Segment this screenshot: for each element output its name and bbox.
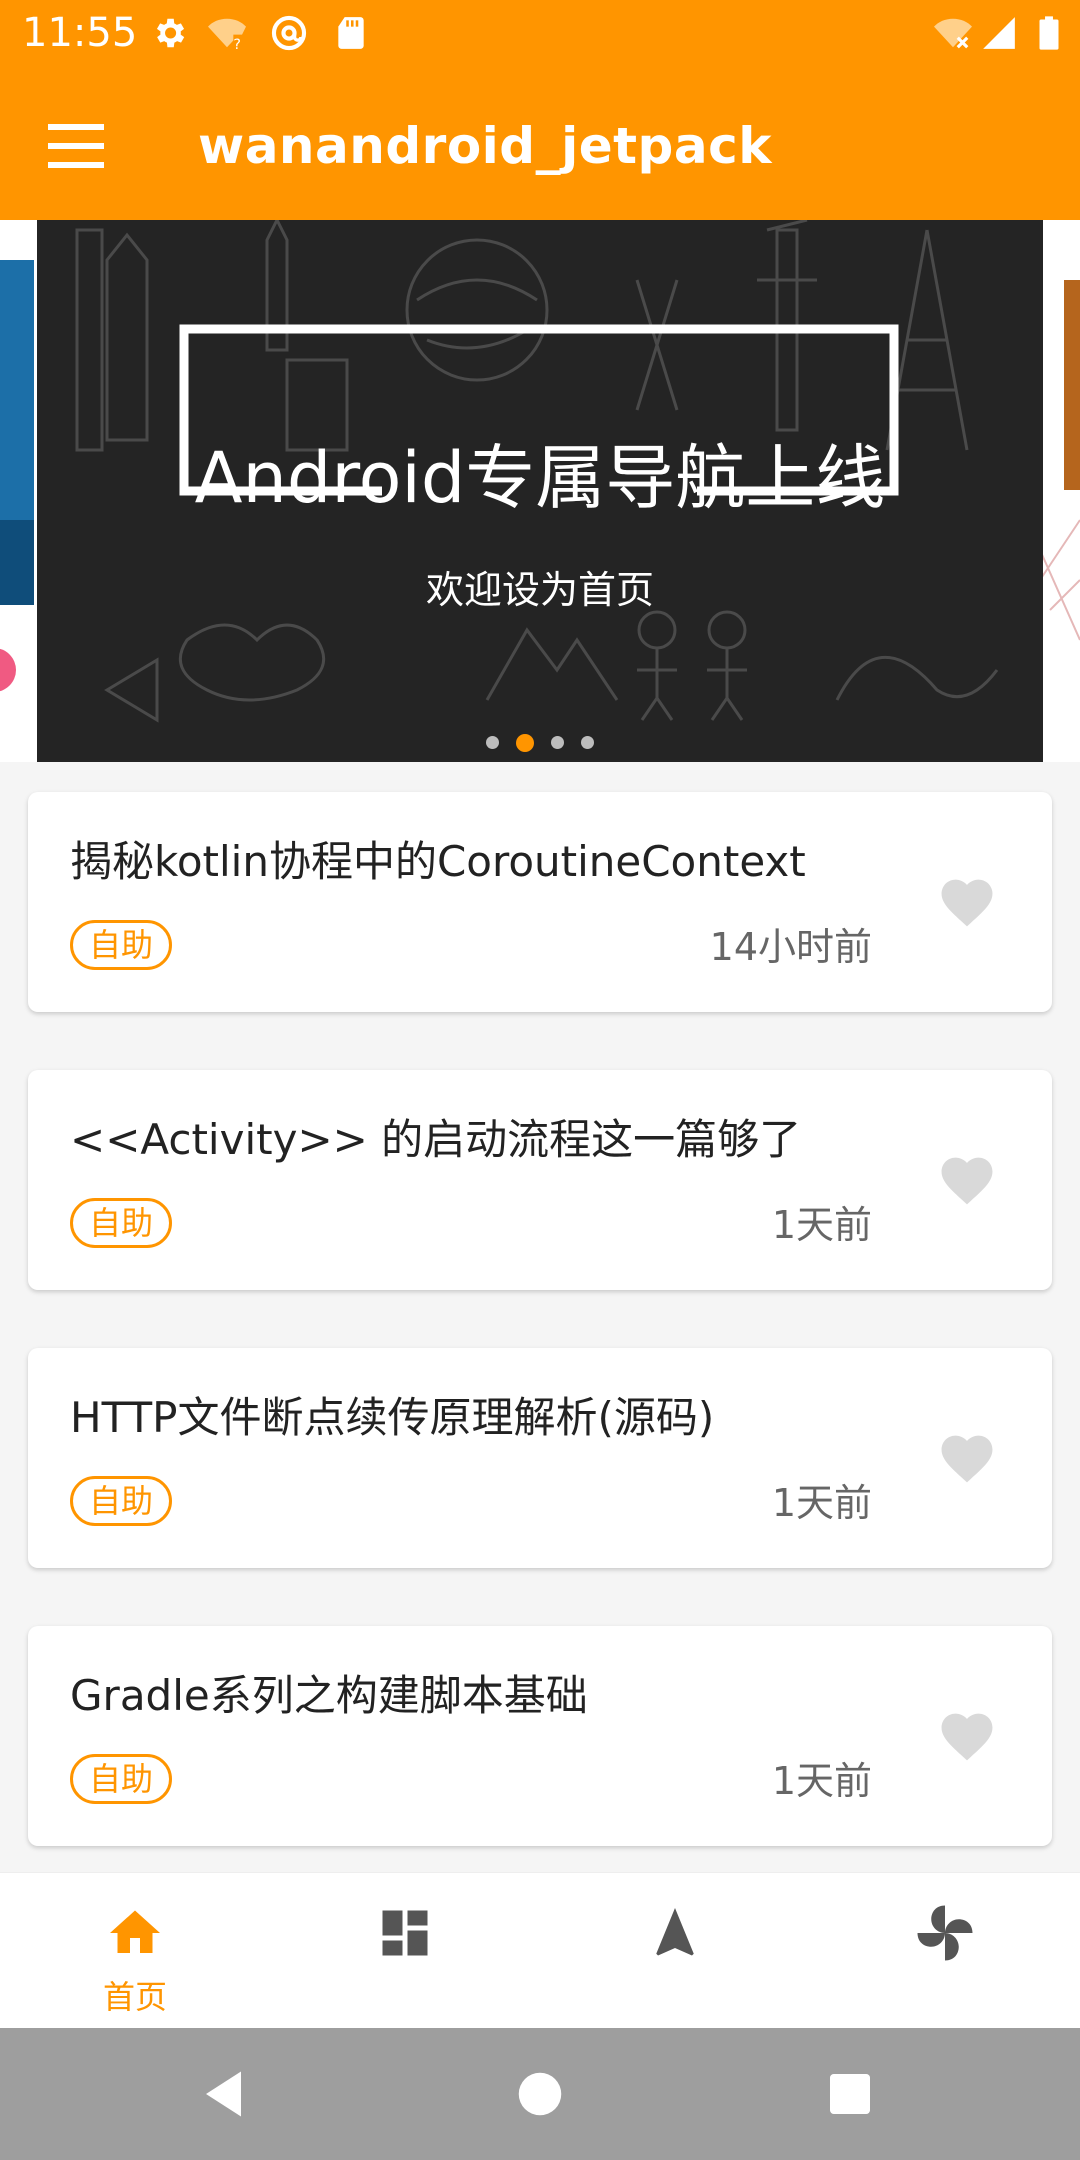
banner-peek-right	[1040, 280, 1080, 641]
hamburger-menu-icon[interactable]	[48, 124, 104, 168]
pinwheel-icon	[917, 1905, 973, 1961]
banner-title: Android专属导航上线	[194, 437, 886, 519]
article-tag: 自助	[70, 1754, 173, 1804]
home-icon	[110, 1910, 160, 1953]
article-card[interactable]: HTTP文件断点续传原理解析(源码) 自助 1天前	[28, 1348, 1052, 1568]
page-indicator-dot[interactable]	[581, 736, 595, 749]
home-circle-icon[interactable]	[510, 2064, 570, 2124]
svg-text:?: ?	[233, 37, 241, 52]
wifi-off-icon	[934, 18, 972, 49]
battery-icon	[1039, 16, 1059, 50]
back-icon[interactable]	[196, 2064, 256, 2124]
article-tag: 自助	[70, 1476, 173, 1526]
nav-item-project[interactable]	[810, 1873, 1080, 2029]
nav-label-home: 首页	[102, 1978, 167, 2016]
banner-subtitle: 欢迎设为首页	[425, 568, 654, 612]
article-title[interactable]: 揭秘kotlin协程中的CoroutineContext	[70, 832, 806, 892]
heart-icon[interactable]	[936, 1706, 998, 1762]
sd-card-icon	[338, 17, 364, 49]
nav-item-system[interactable]	[270, 1873, 540, 2029]
banner-carousel[interactable]: Android专属导航上线 欢迎设为首页	[0, 220, 1080, 762]
app-bar: wanandroid_jetpack	[0, 66, 1080, 220]
article-tag: 自助	[70, 920, 173, 970]
article-title[interactable]: Gradle系列之构建脚本基础	[70, 1666, 588, 1726]
article-title[interactable]: <<Activity>> 的启动流程这一篇够了	[70, 1110, 801, 1170]
system-navigation-bar	[0, 2028, 1080, 2160]
article-time: 1天前	[771, 1759, 872, 1803]
app-title: wanandroid_jetpack	[198, 117, 772, 175]
article-time: 1天前	[771, 1203, 872, 1247]
recents-icon[interactable]	[820, 2064, 880, 2124]
bottom-navigation: 首页	[0, 1872, 1080, 2028]
page-indicator	[0, 732, 1080, 752]
heart-icon[interactable]	[936, 872, 998, 928]
dashboard-icon	[382, 1910, 428, 1956]
nav-item-navigation[interactable]	[540, 1873, 810, 2029]
article-card[interactable]: Gradle系列之构建脚本基础 自助 1天前	[28, 1626, 1052, 1846]
navigation-arrow-icon	[656, 1908, 694, 1956]
page-indicator-dot-active[interactable]	[515, 733, 534, 752]
article-time: 14小时前	[709, 925, 872, 969]
page-indicator-dot[interactable]	[485, 736, 499, 749]
at-sign-icon	[271, 15, 307, 51]
heart-icon[interactable]	[936, 1150, 998, 1206]
banner-peek-left	[0, 260, 34, 692]
status-time: 11:55	[22, 10, 138, 56]
article-time: 1天前	[771, 1481, 872, 1525]
app-screen: 11:55 ? wanandroid_jetpack Android专属导航上线…	[0, 0, 1080, 2160]
page-indicator-dot[interactable]	[551, 736, 565, 749]
nav-item-home[interactable]: 首页	[0, 1873, 270, 2029]
status-bar: 11:55 ?	[0, 0, 1080, 66]
settings-icon	[156, 18, 185, 48]
article-card[interactable]: 揭秘kotlin协程中的CoroutineContext 自助 14小时前	[28, 792, 1052, 1012]
heart-icon[interactable]	[936, 1428, 998, 1484]
banner-image[interactable]: Android专属导航上线 欢迎设为首页	[37, 220, 1043, 762]
article-card[interactable]: <<Activity>> 的启动流程这一篇够了 自助 1天前	[28, 1070, 1052, 1290]
signal-icon	[983, 17, 1015, 49]
article-title[interactable]: HTTP文件断点续传原理解析(源码)	[70, 1388, 714, 1448]
article-tag: 自助	[70, 1198, 173, 1248]
wifi-unknown-icon: ?	[208, 18, 246, 52]
